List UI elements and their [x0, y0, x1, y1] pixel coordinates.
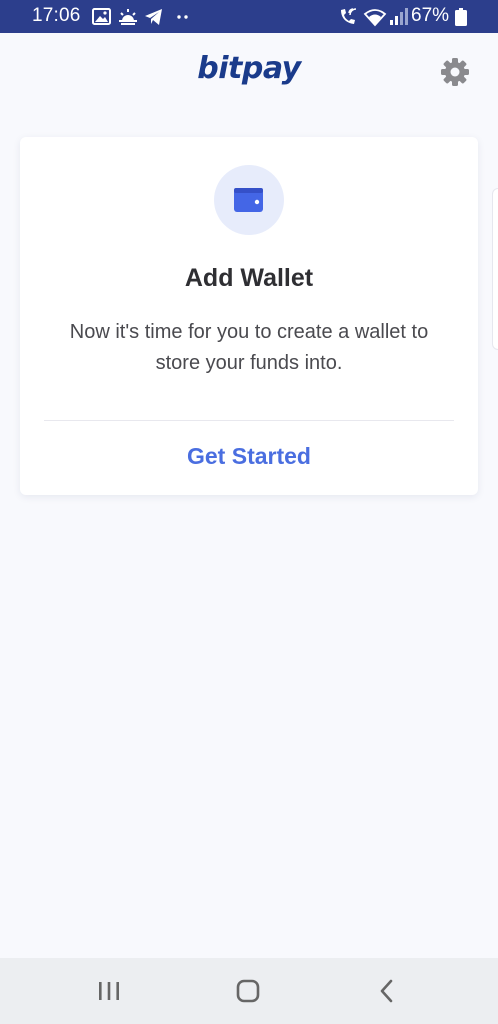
status-bar: 17:06 67% [0, 0, 498, 33]
more-dots-icon [177, 15, 188, 19]
back-icon[interactable] [375, 978, 401, 1004]
signal-icon [390, 8, 408, 25]
bitpay-logo: bitpay [197, 51, 301, 86]
battery-percent: 67% [411, 5, 450, 26]
recent-apps-icon[interactable] [96, 978, 122, 1004]
next-card-peek[interactable] [492, 188, 498, 350]
gear-icon [441, 58, 469, 86]
status-time: 17:06 [32, 5, 81, 26]
home-icon[interactable] [235, 978, 261, 1004]
card-title: Add Wallet [184, 264, 314, 292]
app-header: bitpay [0, 33, 498, 113]
weather-icon [119, 9, 137, 25]
system-nav-bar [0, 958, 498, 1024]
wifi-call-icon [341, 8, 357, 24]
wifi-icon [363, 9, 387, 27]
gallery-icon [92, 8, 111, 25]
get-started-button[interactable]: Get Started [20, 443, 478, 470]
status-right-icons [341, 8, 408, 27]
add-wallet-card: Add Wallet Now it's time for you to crea… [20, 137, 478, 495]
status-left-icons [92, 8, 188, 25]
battery-icon [455, 8, 467, 26]
wallet-icon [234, 188, 263, 212]
telegram-icon [145, 9, 162, 25]
wallet-icon-badge [214, 165, 284, 235]
card-description: Now it's time for you to create a wallet… [69, 321, 429, 374]
settings-button[interactable] [439, 56, 471, 88]
card-divider [44, 420, 454, 421]
